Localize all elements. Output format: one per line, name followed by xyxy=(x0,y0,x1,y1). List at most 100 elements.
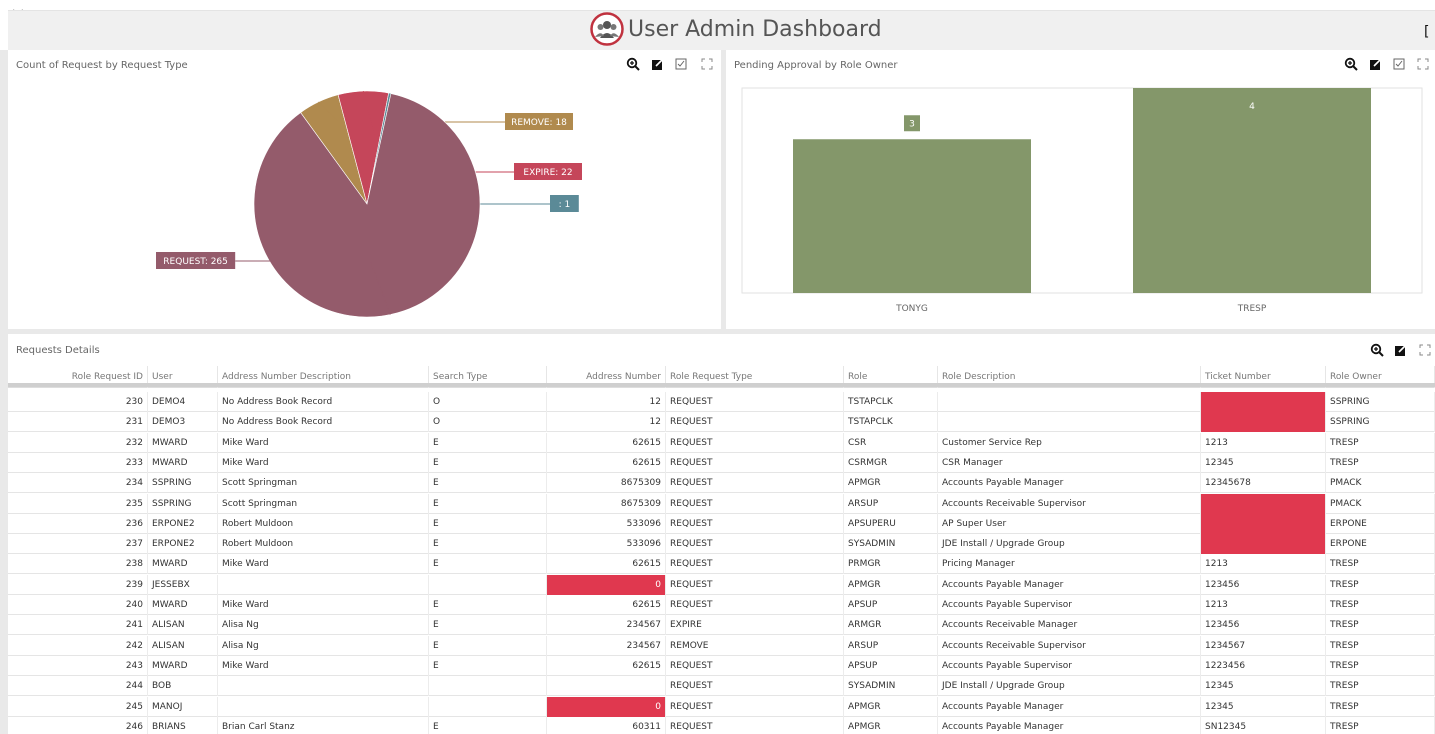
table-cell: REQUEST xyxy=(666,412,844,433)
table-cell: 246 xyxy=(8,716,148,734)
bar-value-label: 3 xyxy=(909,119,915,129)
table-cell: 533096 xyxy=(547,534,666,555)
table-cell: MWARD xyxy=(148,452,218,473)
table-cell: MWARD xyxy=(148,655,218,676)
table-cell: TRESP xyxy=(1326,655,1435,676)
table-cell: APSUPERU xyxy=(844,513,938,534)
table-cell: E xyxy=(429,635,547,656)
table-cell: 240 xyxy=(8,595,148,615)
table-row[interactable]: 245 MANOJ 0 REQUEST APMGR Accounts Payable Ma… xyxy=(8,696,1435,717)
table-cell: 60311 xyxy=(547,716,666,734)
table-cell: Mike Ward xyxy=(218,452,429,473)
table-cell: DEMO4 xyxy=(148,392,218,412)
table-cell: ARSUP xyxy=(844,635,938,656)
table-cell: ALISAN xyxy=(148,635,218,656)
table-cell: 12 xyxy=(547,412,666,433)
table-cell: E xyxy=(429,473,547,494)
table-cell: TRESP xyxy=(1326,574,1435,595)
table-cell: TRESP xyxy=(1326,635,1435,656)
table-row[interactable]: 237 ERPONE2 Robert Muldoon E 533096 REQUEST SY… xyxy=(8,534,1435,555)
table-cell: APSUP xyxy=(844,595,938,615)
table-cell: REQUEST xyxy=(666,696,844,717)
table-cell xyxy=(1201,412,1326,433)
table-cell: REQUEST xyxy=(666,493,844,514)
table-cell: APSUP xyxy=(844,655,938,676)
table-cell: TRESP xyxy=(1326,554,1435,575)
table-cell: TRESP xyxy=(1326,716,1435,734)
table-cell: TRESP xyxy=(1326,432,1435,453)
table-row[interactable]: 230 DEMO4 No Address Book Record O 12 REQUEST… xyxy=(8,392,1435,412)
table-cell xyxy=(1201,392,1326,412)
table-row[interactable]: 240 MWARD Mike Ward E 62615 REQUEST APSUP Accou… xyxy=(8,595,1435,615)
table-cell: TRESP xyxy=(1326,696,1435,717)
table-scrollbar[interactable] xyxy=(8,383,1435,387)
table-cell: TRESP xyxy=(1326,452,1435,473)
table-row[interactable]: 236 ERPONE2 Robert Muldoon E 533096 REQUEST AP… xyxy=(8,513,1435,534)
table-cell: 533096 xyxy=(547,513,666,534)
table-cell: 62615 xyxy=(547,554,666,575)
table-cell: Accounts Payable Manager xyxy=(938,716,1201,734)
table-cell: Alisa Ng xyxy=(218,635,429,656)
table-cell: CSRMGR xyxy=(844,452,938,473)
table-cell: REQUEST xyxy=(666,595,844,615)
table-cell: REMOVE xyxy=(666,635,844,656)
table-cell: 0 xyxy=(547,696,666,717)
table-cell: JDE Install / Upgrade Group xyxy=(938,676,1201,697)
table-cell: REQUEST xyxy=(666,676,844,697)
bar-value-label: 4 xyxy=(1249,102,1255,112)
table-cell: Alisa Ng xyxy=(218,615,429,636)
table-cell: 123456 xyxy=(1201,615,1326,636)
table-cell: PRMGR xyxy=(844,554,938,575)
table-cell: SN12345 xyxy=(1201,716,1326,734)
table-row[interactable]: 242 ALISAN Alisa Ng E 234567 REMOVE ARSUP Accou… xyxy=(8,635,1435,656)
table-row[interactable]: 231 DEMO3 No Address Book Record O 12 REQUEST… xyxy=(8,412,1435,433)
table-row[interactable]: 243 MWARD Mike Ward E 62615 REQUEST APSUP Accou… xyxy=(8,655,1435,676)
table-row[interactable]: 234 SSPRING Scott Springman E 8675309 REQUEST… xyxy=(8,473,1435,494)
table-row[interactable]: 232 MWARD Mike Ward E 62615 REQUEST CSR Custome… xyxy=(8,432,1435,453)
table-cell xyxy=(1201,534,1326,555)
export-icon[interactable] xyxy=(1394,343,1408,357)
table-cell: APMGR xyxy=(844,716,938,734)
table-cell: E xyxy=(429,655,547,676)
table-cell: 238 xyxy=(8,554,148,575)
table-cell: 234 xyxy=(8,473,148,494)
table-row[interactable]: 244 BOB REQUEST SYSADMIN JDE Install / Upgra… xyxy=(8,676,1435,697)
table-cell: E xyxy=(429,716,547,734)
zoom-icon[interactable] xyxy=(1370,343,1384,357)
table-cell: MANOJ xyxy=(148,696,218,717)
table-cell: APMGR xyxy=(844,696,938,717)
table-cell xyxy=(218,696,429,717)
table-cell xyxy=(218,676,429,697)
fullscreen-icon[interactable] xyxy=(1418,343,1432,357)
table-row[interactable]: 238 MWARD Mike Ward E 62615 REQUEST PRMGR Prici… xyxy=(8,554,1435,575)
pie-data-label: REMOVE: 18 xyxy=(511,118,567,128)
table-cell: Accounts Payable Manager xyxy=(938,574,1201,595)
table-row[interactable]: 239 JESSEBX 0 REQUEST APMGR Accounts Payable … xyxy=(8,574,1435,595)
table-cell: O xyxy=(429,412,547,433)
table-cell: Accounts Receivable Manager xyxy=(938,615,1201,636)
table-cell: 62615 xyxy=(547,655,666,676)
table-cell: Pricing Manager xyxy=(938,554,1201,575)
pie-data-label: : 1 xyxy=(559,200,571,210)
table-cell: O xyxy=(429,392,547,412)
table-cell: E xyxy=(429,493,547,514)
pie-data-label: REQUEST: 265 xyxy=(163,257,228,267)
table-row[interactable]: 233 MWARD Mike Ward E 62615 REQUEST CSRMGR CSR … xyxy=(8,452,1435,473)
bar-tresp[interactable] xyxy=(1133,88,1371,293)
table-row[interactable]: 235 SSPRING Scott Springman E 8675309 REQUEST… xyxy=(8,493,1435,514)
table-cell: 12345678 xyxy=(1201,473,1326,494)
table-panel-title: Requests Details xyxy=(16,345,100,356)
table-cell: Accounts Receivable Supervisor xyxy=(938,635,1201,656)
table-cell xyxy=(429,696,547,717)
table-cell: 242 xyxy=(8,635,148,656)
table-row[interactable]: 246 BRIANS Brian Carl Stanz E 60311 REQUEST AP… xyxy=(8,716,1435,734)
table-row[interactable]: 241 ALISAN Alisa Ng E 234567 EXPIRE ARMGR Accou… xyxy=(8,615,1435,636)
bar-tonyg[interactable] xyxy=(793,139,1031,293)
table-cell: MWARD xyxy=(148,595,218,615)
table-cell: E xyxy=(429,595,547,615)
table-cell: 12345 xyxy=(1201,696,1326,717)
table-cell: REQUEST xyxy=(666,432,844,453)
table-cell: REQUEST xyxy=(666,554,844,575)
table-cell: APMGR xyxy=(844,574,938,595)
table-cell: 243 xyxy=(8,655,148,676)
